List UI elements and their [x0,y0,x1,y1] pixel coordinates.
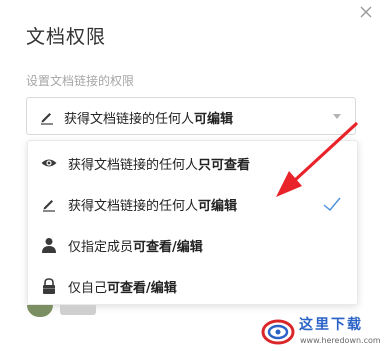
option-can-edit[interactable]: 获得文档链接的任何人可编辑 [28,184,357,224]
dialog-title: 文档权限 [26,26,107,48]
lock-icon [43,278,55,294]
permission-subtitle: 设置文档链接的权限 [26,74,135,88]
option-label: 仅指定成员可查看/编辑 [68,240,203,255]
option-view-only[interactable]: 获得文档链接的任何人只可查看 [28,143,357,183]
pencil-icon [41,113,53,125]
option-label: 获得文档链接的任何人只可查看 [68,158,251,173]
person-icon [42,238,56,253]
option-label: 仅自己可查看/编辑 [68,281,177,296]
close-icon[interactable] [356,2,376,22]
check-icon [323,197,341,211]
watermark-text: 这里下载 [299,317,363,333]
permission-select-value: 获得文档链接的任何人可编辑 [64,112,234,127]
option-only-me[interactable]: 仅自己可查看/编辑 [28,266,357,306]
chevron-down-icon[interactable] [333,114,341,119]
eye-icon [41,159,57,167]
permission-dropdown: 获得文档链接的任何人只可查看 获得文档链接的任何人可编辑 仅指定成员可查看/编辑… [27,140,358,305]
option-label: 获得文档链接的任何人可编辑 [68,199,238,214]
avatar [27,305,53,317]
pencil-icon [43,200,55,212]
permission-select[interactable]: 获得文档链接的任何人可编辑 [26,97,356,135]
watermark-url: www.heredown.com [300,336,381,345]
option-specified-members[interactable]: 仅指定成员可查看/编辑 [28,225,357,265]
member-name [60,305,96,315]
